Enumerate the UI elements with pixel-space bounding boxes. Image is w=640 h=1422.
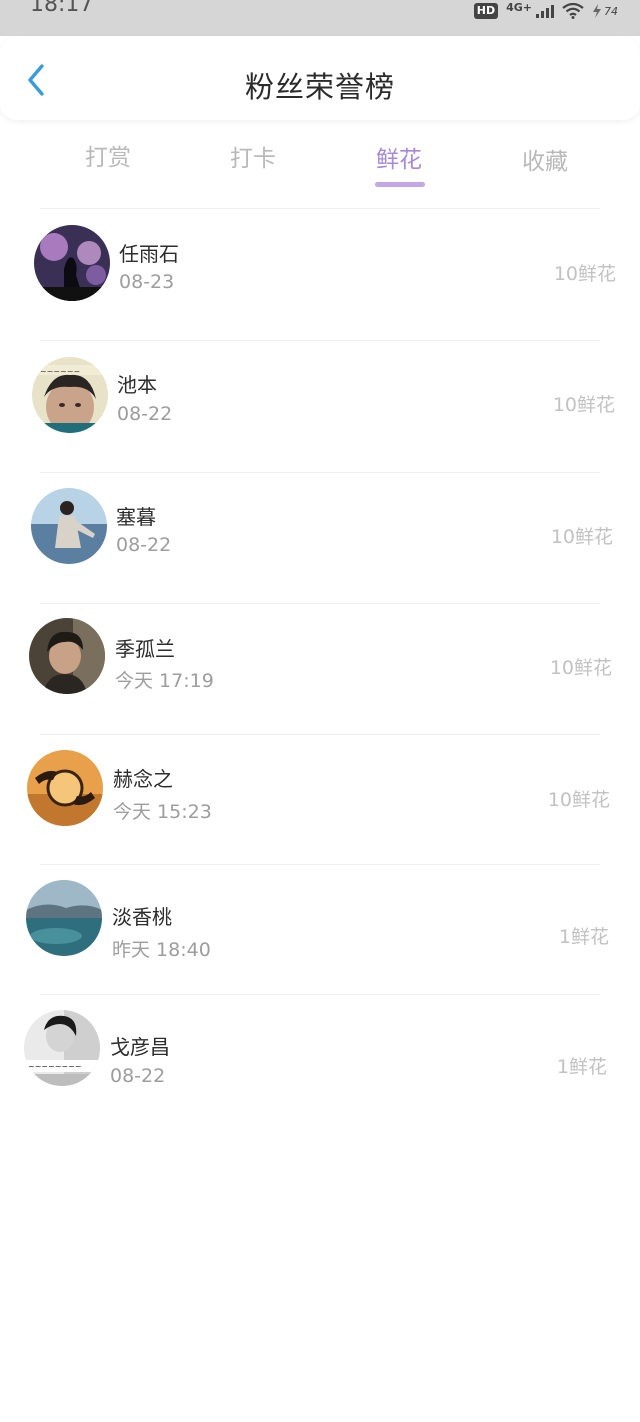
- fan-date: 08-22: [117, 403, 173, 425]
- fan-date: 昨天 18:40: [112, 939, 211, 961]
- avatar-icon: ~~~~~~~~: [24, 1010, 100, 1086]
- fan-name: 戈彦昌: [110, 1035, 170, 1059]
- avatar-icon: [34, 225, 110, 301]
- avatar-icon: ~~~~~~: [32, 357, 108, 433]
- fan-name: 塞暮: [116, 505, 156, 529]
- fan-name: 淡香桃: [112, 905, 172, 929]
- fan-date: 今天 15:23: [113, 801, 212, 823]
- fan-name: 任雨石: [119, 242, 179, 266]
- list-item[interactable]: 塞暮 08-22 10鲜花: [0, 472, 640, 602]
- nav-bar: 粉丝荣誉榜: [0, 36, 640, 120]
- battery-icon: 74: [592, 4, 618, 18]
- svg-text:~~~~~~: ~~~~~~: [40, 367, 80, 376]
- tab-reward[interactable]: 打赏: [68, 138, 148, 172]
- network-type-label: 4G+: [506, 0, 532, 14]
- flower-count: 10鲜花: [549, 657, 612, 679]
- flower-count: 1鲜花: [556, 1056, 607, 1078]
- tab-active-indicator: [375, 182, 425, 187]
- status-icons: HD 4G+ 74: [473, 0, 618, 22]
- tab-bar: 打赏 打卡 鲜花 收藏: [0, 130, 640, 190]
- fan-date: 08-23: [119, 271, 175, 293]
- fan-name: 池本: [117, 373, 157, 397]
- status-bar: 18:17 HD 4G+ 74: [0, 0, 640, 36]
- page-title: 粉丝荣誉榜: [244, 70, 395, 104]
- signal-icon: [536, 4, 554, 18]
- battery-level: 74: [604, 4, 618, 18]
- flower-count: 10鲜花: [550, 526, 613, 548]
- list-item[interactable]: ~~~~~~ 池本 08-22 10鲜花: [0, 340, 640, 470]
- avatar-icon: [31, 488, 107, 564]
- fan-date: 08-22: [110, 1065, 166, 1087]
- fan-date: 今天 17:19: [115, 670, 214, 692]
- status-time: 18:17: [30, 0, 94, 17]
- list-item[interactable]: 任雨石 08-23 10鲜花: [0, 208, 640, 338]
- flower-count: 10鲜花: [547, 789, 610, 811]
- flower-count: 10鲜花: [553, 263, 616, 285]
- hd-icon: HD: [473, 3, 499, 19]
- tab-flowers[interactable]: 鲜花: [359, 140, 439, 174]
- tab-checkin[interactable]: 打卡: [213, 139, 293, 173]
- list-item[interactable]: 赫念之 今天 15:23 10鲜花: [0, 734, 640, 864]
- tab-favorites[interactable]: 收藏: [505, 142, 585, 176]
- svg-text:~~~~~~~~: ~~~~~~~~: [28, 1062, 82, 1071]
- fan-name: 赫念之: [113, 767, 173, 791]
- fan-name: 季孤兰: [115, 637, 175, 661]
- fan-date: 08-22: [116, 534, 172, 556]
- wifi-icon: [562, 3, 584, 19]
- avatar-icon: [26, 880, 102, 956]
- list-item[interactable]: 淡香桃 昨天 18:40 1鲜花: [0, 864, 640, 994]
- avatar-icon: [27, 750, 103, 826]
- flower-count: 10鲜花: [552, 394, 615, 416]
- avatar-icon: [29, 618, 105, 694]
- list-item[interactable]: ~~~~~~~~ 戈彦昌 08-22 1鲜花: [0, 994, 640, 1124]
- list-item[interactable]: 季孤兰 今天 17:19 10鲜花: [0, 603, 640, 733]
- flower-count: 1鲜花: [558, 926, 609, 948]
